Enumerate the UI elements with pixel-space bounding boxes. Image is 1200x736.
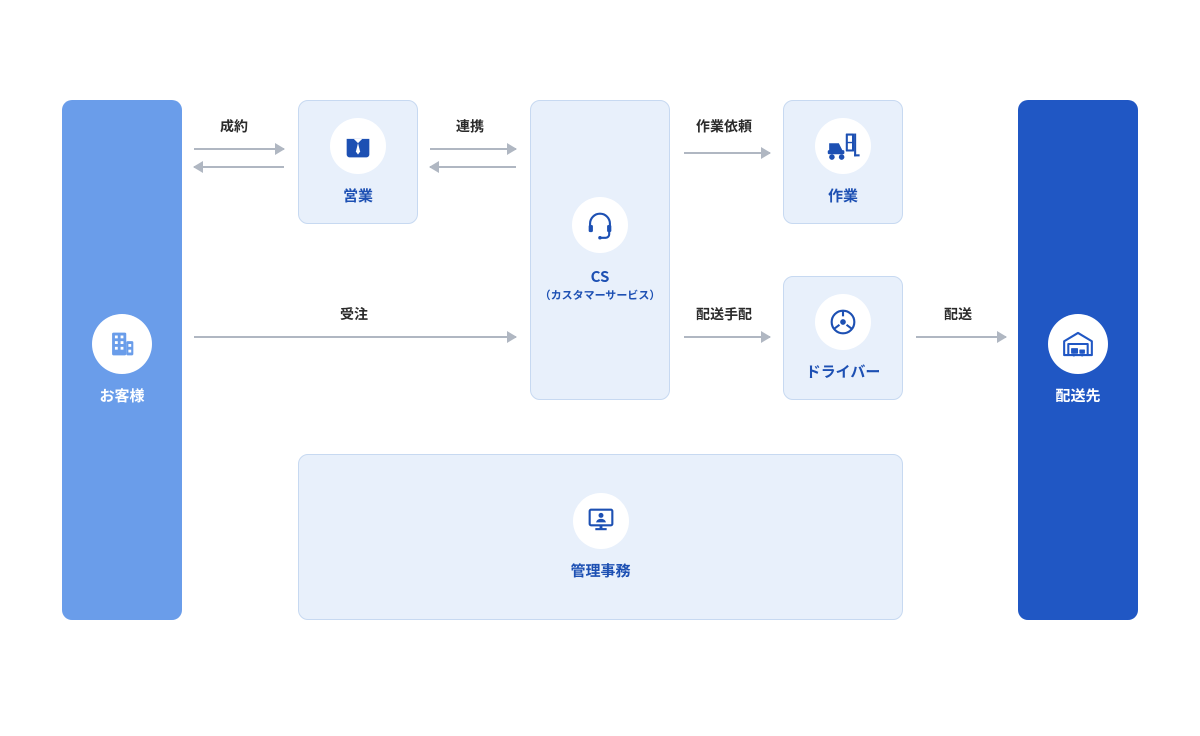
node-dest: 配送先	[1018, 100, 1138, 620]
diagram-stage: お客様 営業 CS （カスタマーサービス）	[0, 0, 1200, 736]
node-driver: ドライバー	[783, 276, 903, 400]
arrow-link-right	[430, 148, 516, 150]
edge-contract-label: 成約	[220, 116, 248, 136]
node-sales-title: 営業	[343, 186, 373, 206]
arrow-contract-right	[194, 148, 284, 150]
steering-wheel-icon	[815, 294, 871, 350]
edge-order-label: 受注	[340, 304, 368, 324]
edge-dispatch-label: 配送手配	[696, 304, 752, 324]
node-work: 作業	[783, 100, 903, 224]
node-work-title: 作業	[828, 186, 858, 206]
arrow-link-left	[430, 166, 516, 168]
arrow-contract-left	[194, 166, 284, 168]
node-dest-title: 配送先	[1055, 386, 1100, 406]
arrow-workreq	[684, 152, 770, 154]
warehouse-icon	[1048, 314, 1108, 374]
node-sales: 営業	[298, 100, 418, 224]
edge-link-label: 連携	[456, 116, 484, 136]
node-customer: お客様	[62, 100, 182, 620]
building-icon	[92, 314, 152, 374]
necktie-icon	[330, 118, 386, 174]
node-driver-title: ドライバー	[806, 362, 881, 382]
edge-workreq-label: 作業依頼	[696, 116, 752, 136]
node-admin-title: 管理事務	[570, 561, 630, 581]
monitor-person-icon	[573, 493, 629, 549]
arrow-delivery	[916, 336, 1006, 338]
node-admin: 管理事務	[298, 454, 903, 620]
forklift-icon	[815, 118, 871, 174]
node-cs-subtitle: （カスタマーサービス）	[540, 288, 661, 303]
node-cs-title: CS	[591, 267, 610, 287]
arrow-order	[194, 336, 516, 338]
node-customer-title: お客様	[99, 386, 144, 406]
arrow-dispatch	[684, 336, 770, 338]
headset-icon	[572, 197, 628, 253]
node-cs: CS （カスタマーサービス）	[530, 100, 670, 400]
edge-delivery-label: 配送	[944, 304, 972, 324]
